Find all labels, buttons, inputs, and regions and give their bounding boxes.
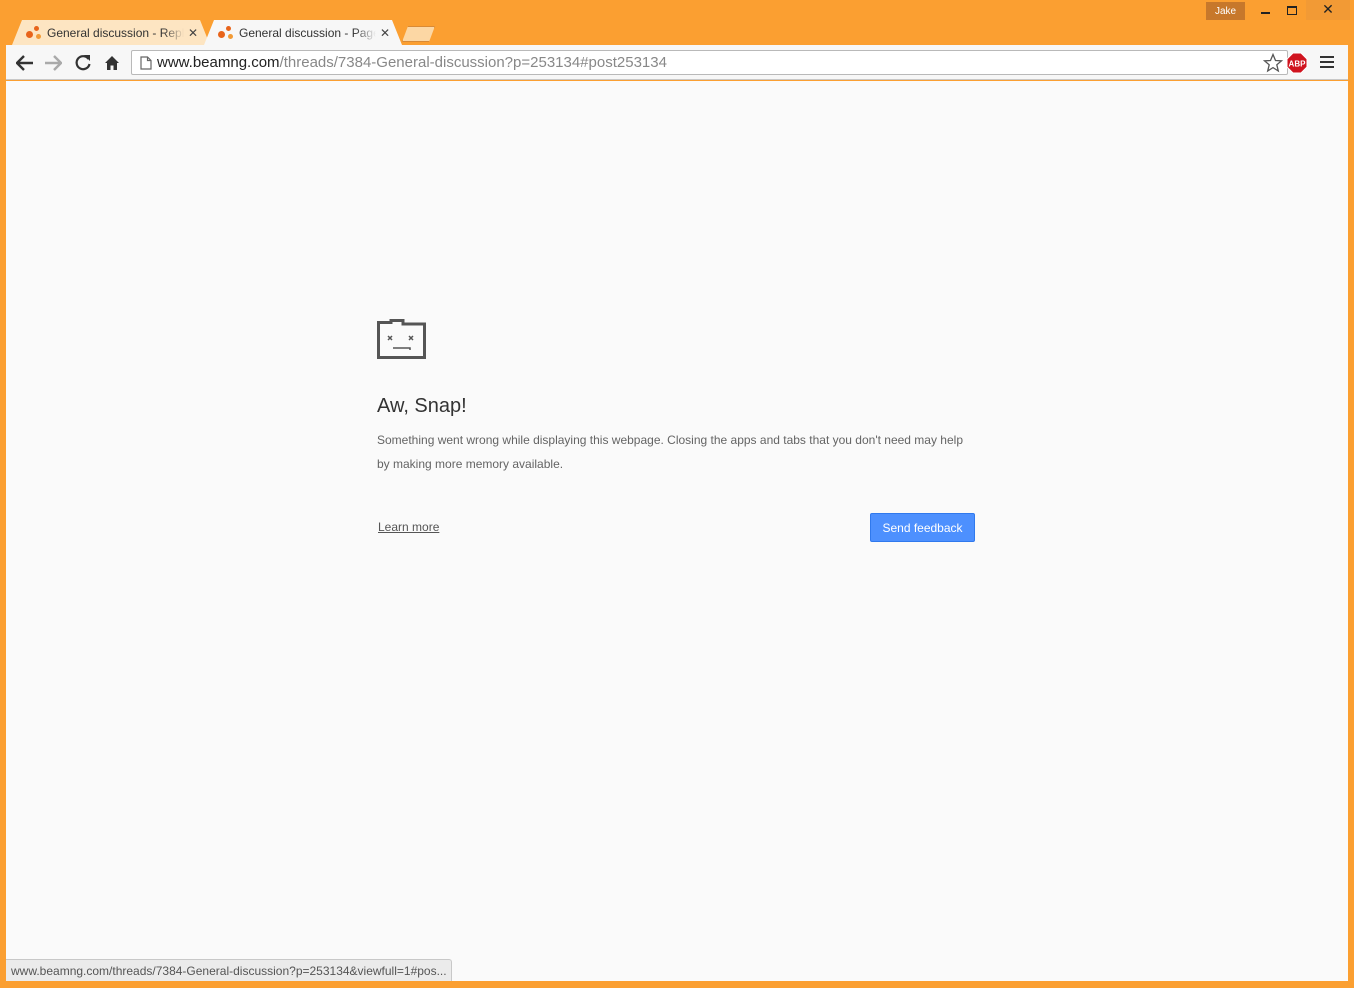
send-feedback-button[interactable]: Send feedback <box>870 513 975 542</box>
error-title: Aw, Snap! <box>377 395 467 417</box>
url-host: www.beamng.com <box>157 54 280 71</box>
maximize-button[interactable] <box>1278 0 1306 20</box>
beamng-favicon-icon <box>26 25 42 40</box>
beamng-favicon-icon <box>218 25 234 40</box>
learn-more-link[interactable]: Learn more <box>378 520 439 534</box>
sad-tab-icon <box>377 319 426 359</box>
tab-close-icon[interactable]: ✕ <box>188 26 198 40</box>
home-icon <box>105 56 119 70</box>
reload-icon <box>75 55 91 71</box>
url-path: /threads/7384-General-discussion?p=25313… <box>279 54 667 71</box>
tab-general-discussion-reply[interactable]: General discussion - Reply ✕ <box>12 20 210 45</box>
adblock-plus-icon[interactable]: ABP <box>1286 52 1308 74</box>
close-icon: ✕ <box>1322 2 1334 18</box>
status-bubble: www.beamng.com/threads/7384-General-disc… <box>6 959 452 981</box>
error-message: Something went wrong while displaying th… <box>377 433 963 471</box>
minimize-button[interactable] <box>1251 0 1279 20</box>
tab-title: General discussion - Page <box>239 25 376 40</box>
adblock-label: ABP <box>1289 60 1307 69</box>
arrow-right-icon <box>45 55 62 71</box>
menu-icon[interactable] <box>1320 55 1334 69</box>
reload-button[interactable] <box>71 51 95 75</box>
maximize-icon <box>1287 5 1297 15</box>
bookmark-star-icon[interactable] <box>1263 53 1283 73</box>
close-window-button[interactable]: ✕ <box>1306 0 1350 20</box>
arrow-left-icon <box>16 55 33 71</box>
profile-badge[interactable]: Jake <box>1206 2 1245 20</box>
page-content: Aw, Snap! Something went wrong while dis… <box>6 81 1348 981</box>
address-bar[interactable]: www.beamng.com/threads/7384-General-disc… <box>131 50 1288 75</box>
browser-window: Jake ✕ General discussion - Reply ✕ Gene… <box>0 0 1354 988</box>
back-button[interactable] <box>13 51 37 75</box>
browser-toolbar: www.beamng.com/threads/7384-General-disc… <box>6 45 1348 80</box>
url-text[interactable]: www.beamng.com/threads/7384-General-disc… <box>157 54 667 71</box>
minimize-icon <box>1260 12 1270 14</box>
tab-general-discussion-page[interactable]: General discussion - Page ✕ <box>204 20 402 45</box>
home-button[interactable] <box>100 51 124 75</box>
page-icon <box>140 56 152 70</box>
tab-title: General discussion - Reply <box>47 25 184 40</box>
tab-close-icon[interactable]: ✕ <box>380 26 390 40</box>
new-tab-button[interactable] <box>402 26 435 42</box>
forward-button[interactable] <box>41 51 65 75</box>
